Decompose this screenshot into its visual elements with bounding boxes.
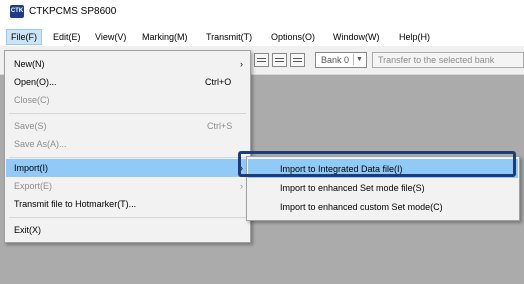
menu-options[interactable]: Options(O) xyxy=(267,30,319,44)
menu-separator xyxy=(9,217,246,218)
menu-separator xyxy=(9,157,246,158)
menu-file[interactable]: File(F) xyxy=(6,29,42,45)
menu-item-new[interactable]: New(N) › xyxy=(6,55,249,73)
submenu-item-label: Import to enhanced custom Set mode(C) xyxy=(280,202,443,212)
ctk-logo-icon: CTK xyxy=(10,5,24,18)
submenu-item-import-enhanced-set[interactable]: Import to enhanced Set mode file(S) xyxy=(248,178,518,197)
menu-transmit[interactable]: Transmit(T) xyxy=(202,30,256,44)
submenu-item-import-enhanced-custom[interactable]: Import to enhanced custom Set mode(C) xyxy=(248,197,518,216)
menu-item-exit[interactable]: Exit(X) xyxy=(6,221,249,239)
menu-view[interactable]: View(V) xyxy=(91,30,130,44)
menu-item-export[interactable]: Export(E) › xyxy=(6,177,249,195)
menu-item-close[interactable]: Close(C) xyxy=(6,91,249,109)
menu-edit[interactable]: Edit(E) xyxy=(49,30,85,44)
menu-item-label: New(N) xyxy=(14,59,45,69)
menu-item-shortcut: Ctrl+S xyxy=(207,121,233,131)
chevron-right-icon: › xyxy=(240,181,243,191)
menu-item-import[interactable]: Import(I) › xyxy=(6,159,249,177)
submenu-item-import-integrated[interactable]: Import to Integrated Data file(I) xyxy=(248,159,518,178)
transfer-to-bank-button[interactable]: Transfer to the selected bank xyxy=(372,52,524,68)
toolbar-button-1[interactable] xyxy=(254,53,269,67)
toolbar-button-3[interactable] xyxy=(290,53,305,67)
menu-item-label: Close(C) xyxy=(14,95,50,105)
window-title: CTKPCMS SP8600 xyxy=(29,6,117,17)
menu-item-shortcut: Ctrl+O xyxy=(205,77,232,87)
chevron-right-icon: › xyxy=(240,59,243,69)
menu-separator xyxy=(9,113,246,114)
chevron-down-icon[interactable]: ▼ xyxy=(353,54,365,65)
submenu-item-label: Import to enhanced Set mode file(S) xyxy=(280,183,425,193)
menu-help[interactable]: Help(H) xyxy=(395,30,434,44)
menu-marking[interactable]: Marking(M) xyxy=(138,30,192,44)
menu-item-label: Exit(X) xyxy=(14,225,41,235)
menu-item-label: Transmit file to Hotmarker(T)... xyxy=(14,199,137,209)
menu-item-transmit-file[interactable]: Transmit file to Hotmarker(T)... xyxy=(6,195,249,213)
menu-item-label: Import(I) xyxy=(14,163,49,173)
file-menu-dropdown: New(N) › Open(O)... Ctrl+O Close(C) Save… xyxy=(4,50,251,243)
bank-select[interactable]: Bank 0 ▼ xyxy=(315,52,367,68)
menu-item-label: Export(E) xyxy=(14,181,53,191)
chevron-right-icon: › xyxy=(240,163,243,173)
menu-item-label: Save As(A)... xyxy=(14,139,67,149)
submenu-item-label: Import to Integrated Data file(I) xyxy=(280,164,403,174)
menu-item-save-as[interactable]: Save As(A)... xyxy=(6,135,249,153)
menu-window[interactable]: Window(W) xyxy=(329,30,384,44)
menu-item-save[interactable]: Save(S) Ctrl+S xyxy=(6,117,249,135)
import-submenu: Import to Integrated Data file(I) Import… xyxy=(246,156,520,221)
menu-item-label: Save(S) xyxy=(14,121,47,131)
menu-item-open[interactable]: Open(O)... Ctrl+O xyxy=(6,73,249,91)
bank-select-value: Bank 0 xyxy=(321,55,350,65)
menu-item-label: Open(O)... xyxy=(14,77,57,87)
toolbar-button-2[interactable] xyxy=(272,53,287,67)
menu-bar: File(F) Edit(E) View(V) Marking(M) Trans… xyxy=(0,28,524,45)
title-bar: CTK CTKPCMS SP8600 xyxy=(0,0,524,24)
